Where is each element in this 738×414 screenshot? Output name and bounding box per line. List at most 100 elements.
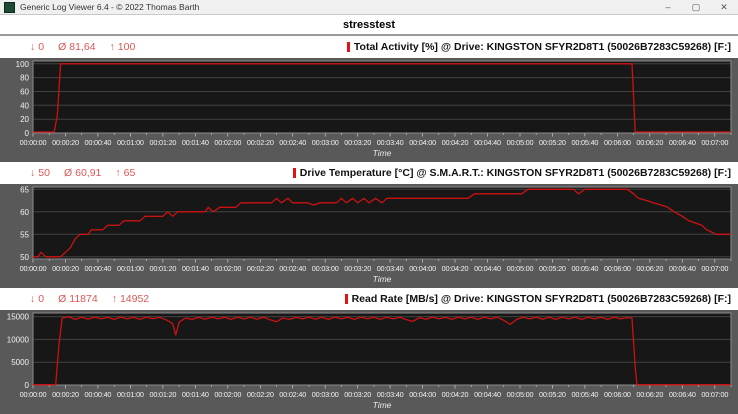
panel-drive-temperature: ↓ 50 Ø 60,91 ↑ 65 Drive Temperature [°C]… [0,162,738,288]
svg-text:00:00:00: 00:00:00 [20,264,47,273]
svg-text:00:05:20: 00:05:20 [539,264,566,273]
svg-text:00:00:20: 00:00:20 [52,390,79,399]
activity-chart-area[interactable]: 02040608010000:00:0000:00:2000:00:4000:0… [0,58,738,162]
panel-title: Total Activity [%] @ Drive: KINGSTON SFY… [347,41,731,53]
svg-text:00:04:20: 00:04:20 [442,390,469,399]
titlebar: Generic Log Viewer 6.4 - © 2022 Thomas B… [0,0,738,15]
stat-min-value: 0 [38,41,44,53]
svg-text:00:02:00: 00:02:00 [214,390,241,399]
temperature-chart[interactable]: 5055606500:00:0000:00:2000:00:4000:01:00… [0,184,738,288]
svg-text:00:01:00: 00:01:00 [117,390,144,399]
stats-group: ↓ 50 Ø 60,91 ↑ 65 [30,167,135,179]
svg-text:00:03:40: 00:03:40 [377,264,404,273]
panel-title-text: Drive Temperature [°C] @ S.M.A.R.T.: KIN… [300,167,731,179]
series-color-marker [345,294,348,304]
svg-text:10000: 10000 [7,335,30,344]
svg-text:00:06:40: 00:06:40 [669,390,696,399]
svg-text:Time: Time [373,274,392,284]
down-arrow-icon: ↓ [30,41,35,53]
stat-max: ↑ 65 [115,167,135,179]
stats-row: ↓ 0 Ø 81,64 ↑ 100 Total Activity [%] @ D… [0,36,738,58]
svg-text:00:00:40: 00:00:40 [84,138,111,147]
svg-text:40: 40 [20,101,29,110]
svg-text:00:04:40: 00:04:40 [474,390,501,399]
svg-text:00:02:40: 00:02:40 [279,264,306,273]
svg-text:0: 0 [25,129,30,138]
panel-read-rate: ↓ 0 Ø 11874 ↑ 14952 Read Rate [MB/s] @ D… [0,288,738,414]
svg-text:00:04:20: 00:04:20 [442,138,469,147]
svg-text:00:04:40: 00:04:40 [474,138,501,147]
stat-min: ↓ 0 [30,41,44,53]
stat-avg: Ø 60,91 [64,167,101,179]
svg-text:00:06:20: 00:06:20 [636,264,663,273]
stat-max: ↑ 14952 [112,293,149,305]
average-icon: Ø [64,167,72,179]
stat-min: ↓ 50 [30,167,50,179]
temperature-chart-area[interactable]: 5055606500:00:0000:00:2000:00:4000:01:00… [0,184,738,288]
panel-title-text: Read Rate [MB/s] @ Drive: KINGSTON SFYR2… [352,293,731,305]
stats-group: ↓ 0 Ø 11874 ↑ 14952 [30,293,149,305]
svg-text:00:06:00: 00:06:00 [604,264,631,273]
svg-text:00:03:20: 00:03:20 [344,138,371,147]
svg-text:00:04:00: 00:04:00 [409,390,436,399]
down-arrow-icon: ↓ [30,293,35,305]
close-button[interactable]: ✕ [710,0,738,15]
stats-row: ↓ 0 Ø 11874 ↑ 14952 Read Rate [MB/s] @ D… [0,288,738,310]
svg-text:00:01:20: 00:01:20 [149,390,176,399]
read-rate-chart-area[interactable]: 05000100001500000:00:0000:00:2000:00:400… [0,310,738,414]
svg-text:00:03:00: 00:03:00 [312,138,339,147]
svg-text:50: 50 [20,253,29,262]
svg-text:00:02:40: 00:02:40 [279,138,306,147]
svg-text:00:05:40: 00:05:40 [571,390,598,399]
svg-text:00:02:00: 00:02:00 [214,138,241,147]
stat-max-value: 14952 [120,293,149,305]
svg-text:Time: Time [373,148,392,158]
panel-title: Drive Temperature [°C] @ S.M.A.R.T.: KIN… [293,167,731,179]
svg-text:20: 20 [20,115,29,124]
stat-avg: Ø 11874 [58,293,98,305]
svg-text:00:03:20: 00:03:20 [344,390,371,399]
maximize-button[interactable]: ▢ [682,0,710,15]
up-arrow-icon: ↑ [110,41,115,53]
svg-text:00:04:40: 00:04:40 [474,264,501,273]
svg-text:00:01:40: 00:01:40 [182,390,209,399]
stat-max-value: 65 [124,167,136,179]
svg-text:00:00:00: 00:00:00 [20,138,47,147]
panel-title-text: Total Activity [%] @ Drive: KINGSTON SFY… [354,41,731,53]
svg-text:60: 60 [20,208,29,217]
stat-avg-value: 60,91 [75,167,101,179]
app-window: Generic Log Viewer 6.4 - © 2022 Thomas B… [0,0,738,414]
svg-text:80: 80 [20,74,29,83]
svg-text:00:05:00: 00:05:00 [507,264,534,273]
log-title-header: stresstest [0,15,738,36]
svg-text:00:02:20: 00:02:20 [247,390,274,399]
svg-text:00:01:00: 00:01:00 [117,264,144,273]
stat-max: ↑ 100 [110,41,136,53]
activity-chart[interactable]: 02040608010000:00:0000:00:2000:00:4000:0… [0,58,738,162]
read-rate-chart[interactable]: 05000100001500000:00:0000:00:2000:00:400… [0,310,738,414]
svg-text:00:06:00: 00:06:00 [604,390,631,399]
svg-text:00:03:00: 00:03:00 [312,264,339,273]
svg-text:00:00:20: 00:00:20 [52,264,79,273]
svg-text:00:06:40: 00:06:40 [669,264,696,273]
svg-text:00:07:00: 00:07:00 [701,138,728,147]
svg-text:00:02:00: 00:02:00 [214,264,241,273]
svg-text:00:03:20: 00:03:20 [344,264,371,273]
svg-text:15000: 15000 [7,313,30,322]
app-icon [4,2,15,13]
svg-text:55: 55 [20,230,29,239]
svg-text:00:00:40: 00:00:40 [84,390,111,399]
stats-group: ↓ 0 Ø 81,64 ↑ 100 [30,41,135,53]
svg-text:00:02:40: 00:02:40 [279,390,306,399]
stats-row: ↓ 50 Ø 60,91 ↑ 65 Drive Temperature [°C]… [0,162,738,184]
svg-text:00:01:00: 00:01:00 [117,138,144,147]
svg-text:0: 0 [25,381,30,390]
stat-max-value: 100 [118,41,136,53]
svg-text:00:03:40: 00:03:40 [377,390,404,399]
down-arrow-icon: ↓ [30,167,35,179]
stat-min: ↓ 0 [30,293,44,305]
stat-min-value: 50 [38,167,50,179]
svg-text:00:05:40: 00:05:40 [571,264,598,273]
svg-text:00:03:40: 00:03:40 [377,138,404,147]
minimize-button[interactable]: – [654,0,682,15]
